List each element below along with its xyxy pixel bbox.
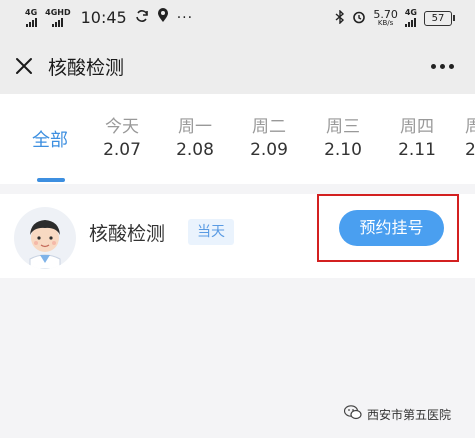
tab-fri[interactable]: 周 2 bbox=[465, 94, 475, 184]
signal-label-1: 4G bbox=[25, 7, 38, 17]
tab-date: 2.11 bbox=[398, 140, 436, 160]
tab-thu[interactable]: 周四 2.11 bbox=[391, 94, 443, 184]
signal-label-2: 4GHD bbox=[45, 7, 71, 17]
tab-today[interactable]: 今天 2.07 bbox=[96, 94, 148, 184]
tab-wed[interactable]: 周三 2.10 bbox=[317, 94, 369, 184]
watermark: 西安市第五医院 bbox=[343, 405, 451, 423]
tab-tue[interactable]: 周二 2.09 bbox=[243, 94, 295, 184]
net-speed: 5.70 KB/s bbox=[373, 9, 398, 27]
cell-signal-3-icon: 4G bbox=[405, 9, 417, 27]
cell-signal-icon: 4G bbox=[25, 7, 38, 27]
tab-weekday: 今天 bbox=[105, 117, 139, 137]
more-dot-icon bbox=[439, 63, 445, 69]
more-dot-icon bbox=[430, 63, 436, 69]
battery-icon: 57 bbox=[424, 10, 455, 26]
same-day-badge: 当天 bbox=[188, 219, 234, 245]
close-button[interactable] bbox=[10, 52, 38, 80]
wechat-icon bbox=[343, 405, 362, 423]
close-icon bbox=[16, 58, 32, 74]
signal-label-3: 4G bbox=[404, 8, 417, 17]
clock: 10:45 bbox=[80, 8, 127, 27]
tab-date: 2.09 bbox=[250, 140, 288, 160]
title-bar: 核酸检测 bbox=[0, 38, 475, 94]
more-options-button[interactable] bbox=[427, 54, 457, 78]
more-dot-icon bbox=[448, 63, 454, 69]
tab-weekday: 周一 bbox=[178, 117, 212, 137]
tab-date: 2.10 bbox=[324, 140, 362, 160]
bluetooth-icon bbox=[335, 8, 345, 27]
page-title: 核酸检测 bbox=[48, 57, 125, 79]
tab-weekday: 周二 bbox=[252, 117, 286, 137]
watermark-text: 西安市第五医院 bbox=[366, 407, 451, 422]
tab-all-label: 全部 bbox=[32, 130, 68, 151]
tab-weekday: 周四 bbox=[400, 117, 434, 137]
sync-icon bbox=[135, 9, 149, 27]
battery-level: 57 bbox=[431, 12, 445, 24]
status-right: 5.70 KB/s 4G 57 bbox=[335, 8, 455, 27]
book-appointment-button[interactable]: 预约挂号 bbox=[339, 210, 444, 246]
service-name: 核酸检测 bbox=[89, 223, 166, 245]
tab-date: 2 bbox=[465, 140, 475, 160]
status-bar: 4G 4GHD 10:45 ··· 5.70 KB/s 4G 57 bbox=[0, 0, 475, 38]
more-notifications-indicator: ··· bbox=[176, 9, 194, 26]
tab-mon[interactable]: 周一 2.08 bbox=[169, 94, 221, 184]
date-tab-bar: 全部 今天 2.07 周一 2.08 周二 2.09 周三 2.10 周四 2.… bbox=[0, 94, 475, 184]
net-speed-unit: KB/s bbox=[377, 19, 394, 27]
tab-all[interactable]: 全部 bbox=[22, 94, 78, 184]
tab-weekday: 周 bbox=[465, 117, 475, 137]
location-pin-icon bbox=[157, 8, 169, 27]
tab-date: 2.08 bbox=[176, 140, 214, 160]
status-left: 4G 4GHD 10:45 ··· bbox=[25, 8, 193, 27]
tab-weekday: 周三 bbox=[326, 117, 360, 137]
cell-signal-hd-icon: 4GHD bbox=[45, 7, 71, 27]
tab-date: 2.07 bbox=[103, 140, 141, 160]
doctor-avatar bbox=[14, 207, 76, 269]
alarm-icon bbox=[352, 10, 366, 27]
active-tab-indicator bbox=[37, 178, 65, 182]
